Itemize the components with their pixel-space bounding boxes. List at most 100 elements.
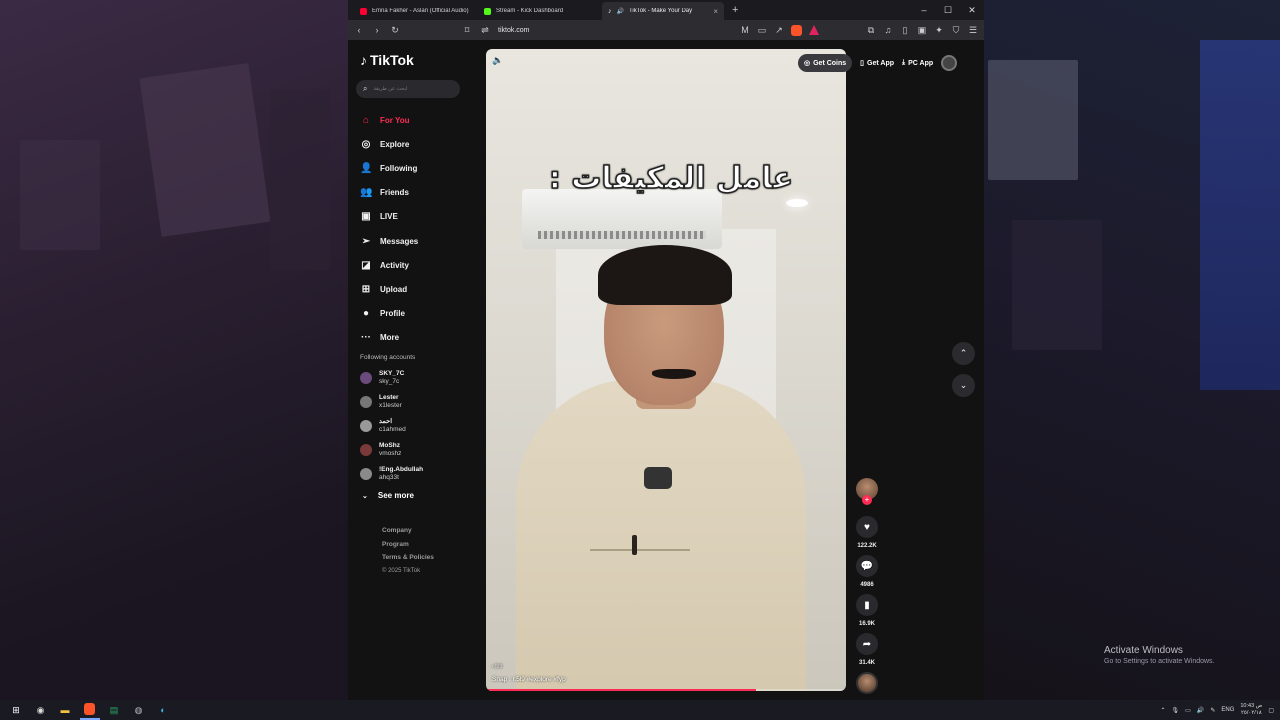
search-input[interactable] (373, 86, 453, 92)
video-progress-bar[interactable] (486, 689, 846, 691)
account-item[interactable]: احمد c1ahmed (360, 418, 406, 434)
maximize-button[interactable]: ☐ (936, 0, 960, 20)
obs-icon[interactable]: ◍ (129, 700, 149, 720)
video-person-mustache (652, 369, 696, 379)
video-player[interactable]: عامل المكيفات : 🔈 r.5l9 Snap : r.5l9 #ex… (486, 49, 846, 691)
back-icon[interactable]: ‹ (354, 25, 364, 35)
file-explorer-icon[interactable]: ▬ (55, 700, 75, 720)
clock[interactable]: 10:43 ص ٢٥/٠٢/١٨ (1240, 703, 1262, 717)
new-tab-button[interactable]: + (726, 2, 744, 20)
get-app-label: Get App (867, 59, 894, 67)
account-item[interactable]: MoShz vmoshz (360, 442, 401, 458)
leo-icon[interactable]: ✦ (934, 25, 944, 36)
share-arrow-icon[interactable]: ➦ (856, 633, 878, 655)
account-name: SKY_7C (379, 370, 405, 377)
comment-action[interactable]: 💬 4986 (856, 555, 878, 588)
bookmark-save-icon[interactable]: ▮ (856, 594, 878, 616)
clock-date: ٢٥/٠٢/١٨ (1240, 710, 1262, 716)
tab-label: Emna Fakher - Aslan (Official Audio) (372, 8, 469, 14)
nav-label: Activity (380, 260, 409, 270)
video-ac-unit (522, 189, 722, 249)
nav-friends[interactable]: 👥 Friends (360, 181, 418, 205)
forward-icon[interactable]: › (372, 25, 382, 35)
nav-for-you[interactable]: ⌂ For You (360, 108, 418, 132)
next-video-button[interactable]: ⌄ (952, 374, 975, 397)
pen-icon[interactable]: ✎ (1210, 707, 1215, 714)
wall-poster (270, 90, 330, 270)
wallet-icon[interactable]: ▣ (917, 25, 927, 36)
comment-icon[interactable]: 💬 (856, 555, 878, 577)
chevron-up-icon[interactable]: ⌃ (1161, 707, 1166, 714)
reload-icon[interactable]: ↻ (390, 25, 400, 36)
tab-youtube[interactable]: Emna Fakher - Aslan (Official Audio) (354, 2, 476, 20)
user-avatar[interactable] (941, 55, 958, 71)
close-tab-icon[interactable]: × (713, 7, 718, 16)
activity-icon: ◪ (361, 259, 371, 271)
nav-live[interactable]: ▣ LIVE (360, 205, 418, 229)
account-item[interactable]: Lester x1lester (360, 394, 402, 410)
clock-time: 10:43 ص (1240, 703, 1263, 709)
music-disc-icon[interactable] (856, 672, 878, 694)
address-bar[interactable]: tiktok.com (498, 27, 530, 34)
share-action[interactable]: ➦ 31.4K (856, 633, 878, 666)
microphone-icon[interactable]: 🎙 (1172, 707, 1180, 714)
see-more-button[interactable]: ⌄ See more (362, 491, 414, 500)
following-accounts-title: Following accounts (360, 354, 416, 361)
footer-link-company[interactable]: Company (382, 524, 434, 538)
nav-explore[interactable]: ◎ Explore (360, 132, 418, 156)
screenshot-icon[interactable]: ⧉ (866, 25, 876, 36)
excel-icon[interactable]: ▤ (104, 700, 124, 720)
brave-rewards-icon[interactable] (809, 25, 819, 35)
pc-app-button[interactable]: ⤓ PC App (902, 59, 933, 67)
media-icon[interactable]: ♫ (883, 25, 893, 35)
nav-activity[interactable]: ◪ Activity (360, 253, 418, 277)
avatar (360, 396, 372, 408)
vpn-icon[interactable]: ⛉ (951, 25, 961, 36)
account-name: احمد (379, 418, 392, 425)
account-item[interactable]: !Eng.Abdullah ahq33t (360, 466, 423, 482)
phone-icon: ▯ (860, 60, 865, 67)
creator-avatar[interactable]: + (856, 478, 878, 505)
previous-video-button[interactable]: ⌃ (952, 342, 975, 365)
language-indicator[interactable]: ENG (1221, 707, 1234, 713)
brave-taskbar-icon[interactable] (79, 700, 100, 720)
footer-link-program[interactable]: Program (382, 538, 434, 552)
nav-following[interactable]: 👤 Following (360, 156, 418, 180)
tiktok-logo[interactable]: ♪ TikTok (360, 52, 414, 68)
bookmark-icon[interactable]: ⌑ (462, 25, 472, 36)
brave-shields-icon[interactable] (791, 24, 802, 36)
site-info-icon[interactable]: ⇌ (480, 25, 490, 36)
caption-text[interactable]: Snap : r.5l9 #explore #fyp (492, 676, 566, 683)
get-coins-button[interactable]: ◎ Get Coins (798, 54, 853, 72)
account-item[interactable]: SKY_7C sky_7c (360, 370, 404, 386)
footer-link-terms[interactable]: Terms & Policies (382, 551, 434, 565)
share-icon[interactable]: ↗ (774, 25, 784, 36)
nav-profile[interactable]: ● Profile (360, 302, 418, 326)
tab-tiktok[interactable]: ♪ 🔊 TikTok - Make Your Day × (602, 2, 724, 20)
like-action[interactable]: ♥ 122.2K (856, 516, 878, 549)
pc-app-label: PC App (908, 59, 934, 67)
volume-icon[interactable]: 🔊 (1197, 707, 1204, 714)
volume-icon[interactable]: 🔈 (492, 55, 503, 66)
search-box[interactable]: ⌕ (356, 80, 460, 98)
sidebar-icon[interactable]: ▯ (900, 25, 910, 36)
menu-icon[interactable]: ☰ (968, 25, 978, 36)
reader-icon[interactable]: M (740, 25, 750, 35)
get-app-button[interactable]: ▯ Get App (860, 59, 894, 68)
close-window-button[interactable]: ✕ (960, 0, 984, 20)
minimize-button[interactable]: – (912, 0, 936, 20)
nav-messages[interactable]: ➢ Messages (360, 229, 418, 253)
notification-icon[interactable]: ▢ (1268, 707, 1274, 714)
follow-plus-icon[interactable]: + (862, 495, 872, 505)
chrome-icon[interactable]: ◉ (31, 700, 51, 720)
comment-count: 4986 (860, 582, 874, 588)
nav-upload[interactable]: ⊞ Upload (360, 277, 418, 301)
network-icon[interactable]: ▭ (1185, 707, 1191, 714)
nav-more[interactable]: ··· More (360, 326, 418, 350)
start-menu-icon[interactable]: ⊞ (6, 700, 26, 720)
heart-icon[interactable]: ♥ (856, 516, 878, 538)
cast-icon[interactable]: ▭ (757, 25, 767, 36)
edge-icon[interactable]: ◐ (153, 700, 173, 720)
tab-kick[interactable]: Stream - Kick Dashboard (478, 2, 600, 20)
save-action[interactable]: ▮ 16.9K (856, 594, 878, 627)
